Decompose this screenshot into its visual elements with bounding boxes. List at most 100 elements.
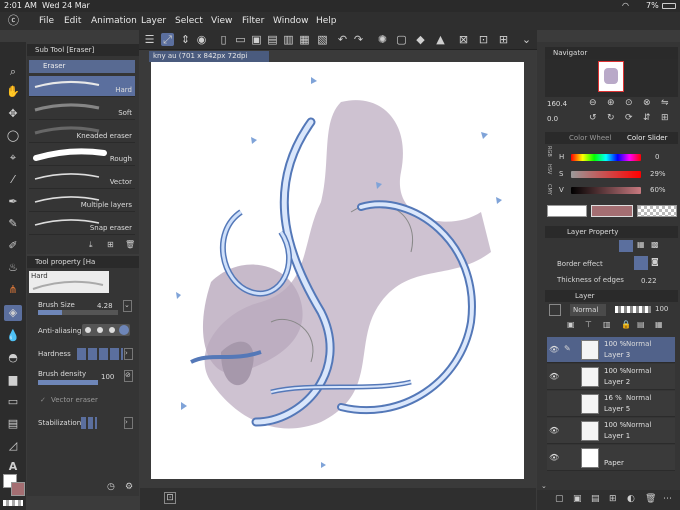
invert-selection-icon[interactable]: ⊡	[477, 33, 490, 46]
layer-row[interactable]: 16 % Normal Layer 5	[547, 391, 675, 417]
eraser-group-tab[interactable]: Eraser	[29, 60, 135, 73]
new-file-icon[interactable]: ▯	[217, 33, 230, 46]
export-icon[interactable]: ▤	[266, 33, 279, 46]
figure-icon[interactable]: ▭	[4, 394, 22, 410]
share-icon[interactable]: ▧	[316, 33, 329, 46]
brush-multiple-layers[interactable]: Multiple layers	[29, 191, 135, 212]
import-icon[interactable]: ▥	[282, 33, 295, 46]
brush-kneaded[interactable]: Kneaded eraser	[29, 122, 135, 143]
vector-eraser-checkbox[interactable]: ✓	[40, 396, 46, 404]
tab-color-slider[interactable]: Color Slider	[627, 132, 667, 144]
blend-mode-select[interactable]: Normal	[570, 304, 606, 316]
zoom-in-icon[interactable]: ⊕	[607, 98, 615, 108]
eraser-icon[interactable]: ◈	[4, 305, 22, 321]
sub-color-box[interactable]	[547, 205, 587, 217]
transparent-color-box[interactable]	[637, 205, 677, 217]
visibility-eye-icon[interactable]: 👁	[549, 345, 559, 354]
hardness-slider[interactable]	[77, 348, 123, 360]
pen-edit-icon[interactable]: ✎	[564, 344, 571, 353]
menu-window[interactable]: Window	[273, 12, 309, 30]
draft-icon[interactable]: ▥	[603, 320, 611, 329]
ruler-icon[interactable]: ◿	[4, 438, 22, 454]
fill-icon[interactable]: ◆	[414, 33, 427, 46]
navigator-zoom-value[interactable]: 160.4	[547, 100, 567, 108]
brush-size-dropdown-icon[interactable]: ⌄	[123, 300, 132, 312]
rotate-right-icon[interactable]: ↻	[607, 113, 615, 123]
canvas-tab[interactable]: kny au (701 x 842px 72dpi 160.4%)	[149, 51, 269, 71]
move-canvas-icon[interactable]: ⤢	[161, 33, 174, 46]
clip-icon[interactable]: ▣	[567, 320, 575, 329]
text-icon[interactable]: A	[4, 459, 22, 475]
gradient-icon[interactable]: ▆	[4, 372, 22, 388]
save-icon[interactable]: ▣	[250, 33, 263, 46]
canvas-paper[interactable]	[151, 62, 524, 479]
hue-slider[interactable]	[571, 154, 641, 161]
flip-vertical-icon[interactable]: ⇵	[643, 113, 651, 123]
print-icon[interactable]: ▦	[298, 33, 311, 46]
lasso-icon[interactable]: ◯	[4, 128, 22, 144]
mask-icon[interactable]: ▦	[655, 320, 663, 329]
effect-border-icon[interactable]	[619, 240, 633, 252]
airbrush-icon[interactable]: ♨	[4, 260, 22, 276]
new-vector-layer-icon[interactable]: ▣	[573, 494, 582, 504]
brush-size-slider[interactable]	[38, 310, 118, 315]
layer-color-icon[interactable]	[549, 304, 561, 316]
effect-tone-icon[interactable]: ▦	[637, 240, 645, 249]
brush-soft[interactable]: Soft	[29, 99, 135, 120]
fill-bucket-icon[interactable]: ◓	[4, 350, 22, 366]
fit-icon[interactable]: ⊙	[625, 98, 633, 108]
menu-help[interactable]: Help	[316, 12, 337, 30]
menu-hamburger-icon[interactable]: ☰	[143, 33, 156, 46]
mirror-icon[interactable]: ⊞	[661, 113, 669, 123]
scroll-down-icon[interactable]: ⌄	[541, 482, 547, 490]
add-subtool-icon[interactable]: ⊞	[107, 240, 114, 249]
brush-rough[interactable]: Rough	[29, 145, 135, 166]
operation-icon[interactable]: ✥	[4, 106, 22, 122]
record-icon[interactable]: ◉	[195, 33, 208, 46]
frame-icon[interactable]: ▤	[4, 416, 22, 432]
border-effect-option-icon[interactable]: ◙	[651, 257, 659, 266]
chevron-down-icon[interactable]: ⌄	[520, 33, 533, 46]
zoom-icon[interactable]: ⌕	[4, 64, 22, 80]
quick-access-icon[interactable]: ⊡	[164, 492, 176, 504]
transform-icon[interactable]: ▲	[434, 33, 447, 46]
menu-filter[interactable]: Filter	[242, 12, 264, 30]
main-color-box[interactable]	[591, 205, 633, 217]
lock-alpha-icon[interactable]: ▤	[637, 320, 645, 329]
crop-icon[interactable]: ⊞	[497, 33, 510, 46]
redo-icon[interactable]: ↷	[352, 33, 365, 46]
effect-color-icon[interactable]: ▩	[651, 240, 659, 249]
stabilization-expand-icon[interactable]: ›	[124, 417, 133, 429]
layer-row[interactable]: 👁 ✎ 100 % Normal Layer 3	[547, 337, 675, 363]
app-logo-icon[interactable]: ⓒ	[8, 12, 19, 30]
pencil-icon[interactable]: ✎	[4, 216, 22, 232]
reset-rotate-icon[interactable]: ⟳	[625, 113, 633, 123]
loading-icon[interactable]: ✺	[376, 33, 389, 46]
clear-icon[interactable]: ▢	[395, 33, 408, 46]
layer-row[interactable]: 👁 Paper	[547, 445, 675, 471]
merge-down-icon[interactable]: ⊞	[609, 494, 617, 504]
brush-icon[interactable]: ✐	[4, 238, 22, 254]
aa-weak-icon[interactable]	[97, 327, 103, 333]
menu-layer[interactable]: Layer	[141, 12, 166, 30]
menu-select[interactable]: Select	[175, 12, 203, 30]
stabilization-slider[interactable]	[81, 417, 97, 429]
eyedropper-icon[interactable]: ⁄	[4, 172, 22, 188]
layer-menu-icon[interactable]: ⋯	[663, 494, 672, 504]
menu-view[interactable]: View	[211, 12, 232, 30]
visibility-eye-icon[interactable]: 👁	[549, 372, 559, 381]
border-effect-toggle[interactable]	[634, 256, 648, 270]
density-slider[interactable]	[38, 380, 98, 385]
new-raster-layer-icon[interactable]: ▢	[555, 494, 564, 504]
navigator-thumbnail[interactable]	[598, 61, 624, 92]
open-file-icon[interactable]: ▭	[234, 33, 247, 46]
brush-snap[interactable]: Snap eraser	[29, 214, 135, 235]
menu-file[interactable]: File	[39, 12, 54, 30]
navigator-angle-value[interactable]: 0.0	[547, 115, 558, 123]
pen-icon[interactable]: ✒	[4, 194, 22, 210]
decoration-icon[interactable]: ⋔	[4, 282, 22, 298]
undo-icon[interactable]: ↶	[336, 33, 349, 46]
navigator-view[interactable]	[545, 59, 678, 97]
hsv-label[interactable]: HSV	[546, 164, 552, 174]
saturation-slider[interactable]	[571, 171, 641, 178]
